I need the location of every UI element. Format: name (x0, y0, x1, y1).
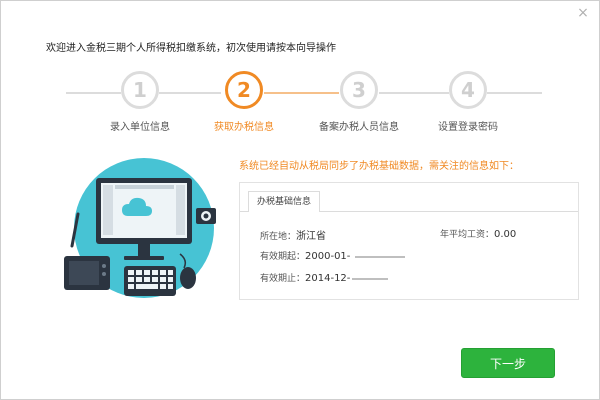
step-2-label: 获取办税信息 (214, 122, 274, 133)
location-value: 浙江省 (296, 231, 327, 242)
location-label: 所在地： (260, 232, 297, 242)
location-row: 所在地：浙江省 (260, 227, 326, 242)
tab-basic-tax-info[interactable]: 办税基础信息 (248, 191, 321, 212)
step-3-circle: 3 (340, 71, 378, 109)
tax-info-panel: 办税基础信息 所在地：浙江省 年平均工资：0.00 有效期起：2000-01- … (239, 182, 579, 300)
step-2: 2 获取办税信息 (184, 71, 304, 133)
step-4-label: 设置登录密码 (438, 122, 498, 133)
step-1-circle: 1 (121, 71, 159, 109)
valid-to-value: 2014-12- (305, 273, 351, 284)
step-3: 3 备案办税人员信息 (299, 71, 419, 133)
valid-from-value: 2000-01- (305, 251, 351, 262)
step-4: 4 设置登录密码 (408, 71, 528, 133)
wizard-title: 欢迎进入金税三期个人所得税扣缴系统，初次使用请按本向导操作 (46, 43, 336, 54)
mouse-icon (180, 267, 196, 289)
step-4-circle: 4 (449, 71, 487, 109)
step-1-label: 录入单位信息 (110, 122, 170, 133)
valid-to-row: 有效期止：2014-12- (260, 271, 350, 284)
wizard-stepper: 1 录入单位信息 2 获取办税信息 3 备案办税人员信息 4 设置登录密码 (1, 71, 600, 141)
sync-notice: 系统已经自动从税局同步了办税基础数据，需关注的信息如下： (239, 161, 519, 172)
wizard-dialog: × 欢迎进入金税三期个人所得税扣缴系统，初次使用请按本向导操作 1 录入单位信息… (0, 0, 600, 400)
avg-salary-value: 0.00 (494, 229, 517, 240)
valid-to-label: 有效期止： (260, 274, 306, 284)
computer-illustration (64, 158, 216, 298)
valid-from-row: 有效期起：2000-01- (260, 249, 350, 262)
next-button[interactable]: 下一步 (461, 348, 555, 378)
step-1: 1 录入单位信息 (80, 71, 200, 133)
valid-from-label: 有效期起： (260, 252, 306, 262)
step-2-circle: 2 (225, 71, 263, 109)
close-icon[interactable]: × (575, 5, 591, 21)
avg-salary-label: 年平均工资： (440, 230, 495, 240)
avg-salary-row: 年平均工资：0.00 (440, 227, 516, 240)
step-3-label: 备案办税人员信息 (319, 122, 399, 133)
redacted-valid-from (355, 256, 405, 258)
redacted-valid-to (352, 278, 388, 280)
